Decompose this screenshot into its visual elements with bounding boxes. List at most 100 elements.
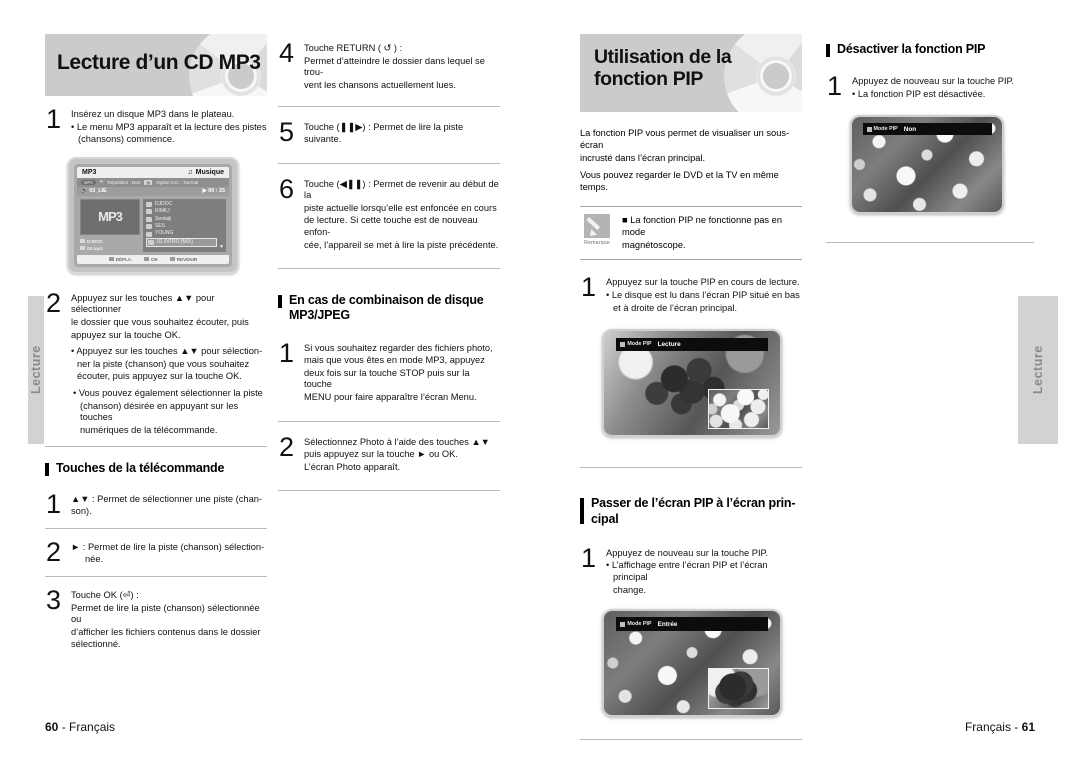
step-line: née. bbox=[85, 554, 104, 565]
divider bbox=[278, 420, 500, 422]
step-number: 1 bbox=[580, 542, 597, 573]
step-line: Si vous souhaitez regarder des fichiers … bbox=[304, 342, 493, 353]
scroll-down-icon[interactable]: ▼ bbox=[219, 244, 224, 250]
step-line: cée, l’appareil se met à lire la piste p… bbox=[304, 239, 499, 250]
step-line: • L’affichage entre l’écran PIP et l’écr… bbox=[606, 560, 768, 582]
repeat-icon: ⟳ bbox=[99, 179, 104, 185]
step-line: piste actuelle lorsqu’elle est enfoncée … bbox=[304, 202, 497, 213]
step-line: de lecture. Si cette touche est de nouve… bbox=[304, 215, 478, 237]
list-item[interactable]: KIMKJ bbox=[146, 208, 224, 215]
step-line: • Appuyez sur les touches ▲▼ pour sélect… bbox=[71, 346, 263, 357]
step-body: Appuyez sur les touches ▲▼ pour sélectio… bbox=[71, 290, 267, 438]
step-line: deux fois sur la touche STOP puis sur la… bbox=[304, 367, 470, 390]
step-line: vent les chansons actuellement lues. bbox=[304, 79, 456, 90]
pip-mode: Mode PIP bbox=[620, 621, 652, 627]
osd-track: 🔊 03_LIE bbox=[81, 188, 107, 194]
pip-mode-value: Entrée bbox=[657, 620, 678, 628]
osd-track-row: 🔊 03_LIE ▶ 00 : 25 bbox=[77, 186, 229, 196]
chapter-title: Utilisation de la fonction PIP bbox=[580, 34, 802, 91]
side-tab-right-label: Lecture bbox=[1031, 345, 1045, 395]
folder-icon bbox=[146, 201, 152, 207]
step-body: ► : Permet de lire la piste (chanson) sé… bbox=[71, 539, 267, 567]
step-line: appuyez sur la touche OK. bbox=[71, 329, 181, 340]
osd-album-thumb: MP3 bbox=[80, 198, 140, 235]
step-line: Appuyez sur les touches ▲▼ pour sélectio… bbox=[71, 292, 215, 315]
list-item-label: DJDOC bbox=[155, 200, 173, 207]
pip-mode-value: Lecture bbox=[657, 340, 681, 348]
step-body: ▲▼ : Permet de sélectionner une piste (c… bbox=[71, 491, 267, 519]
step-line: Sélectionnez Photo à l’aide des touches … bbox=[304, 436, 490, 447]
step-body: Appuyez sur la touche PIP en cours de le… bbox=[606, 274, 802, 315]
step-line: numériques de la télécommande. bbox=[80, 424, 218, 435]
pip-mode-label: Mode PIP bbox=[627, 341, 652, 348]
divider bbox=[580, 467, 802, 469]
step-body: Insérez un disque MP3 dans le plateau. •… bbox=[71, 106, 267, 147]
list-item[interactable]: Seotaiji bbox=[146, 216, 224, 223]
column-four: Désactiver la fonction PIP 1 Appuyez de … bbox=[826, 34, 1034, 252]
step-line: sélectionné. bbox=[71, 639, 121, 650]
step-line: écouter, puis appuyez sur la touche OK. bbox=[77, 371, 242, 382]
folder-icon bbox=[146, 209, 152, 215]
osd-meta-file-label: 03.mp3 bbox=[87, 245, 103, 251]
list-item[interactable]: DJDOC bbox=[146, 201, 224, 208]
step-line: (chanson) désirée en appuyant sur les to… bbox=[80, 400, 239, 423]
osd-file-list[interactable]: DJDOC KIMKJ Seotaiji SES YOUNG 01 INTRO … bbox=[143, 198, 226, 252]
music-file-icon bbox=[148, 240, 154, 246]
step-line: ▲▼ : Permet de sélectionner une piste (c… bbox=[71, 493, 263, 504]
step-item: 1 Appuyez de nouveau sur la touche PIP. … bbox=[580, 542, 802, 597]
step-number: 2 bbox=[45, 287, 62, 318]
divider bbox=[45, 446, 267, 448]
step-line: puis appuyez sur la touche ► ou OK. bbox=[304, 449, 458, 460]
osd-key-guide: DÉPLA. OK REVENIR bbox=[77, 254, 229, 264]
osd-logo-label: MP3 bbox=[98, 209, 123, 225]
pip-mode-label: Mode PIP bbox=[873, 126, 898, 133]
step-item: 2 Sélectionnez Photo à l’aide des touche… bbox=[278, 431, 500, 475]
page-number-right: 61 bbox=[1021, 720, 1035, 734]
column-one: Lecture d’un CD MP3 1 Insérez un disque … bbox=[45, 34, 267, 656]
step-item: 1 Appuyez sur la touche PIP en cours de … bbox=[580, 274, 802, 315]
step-number: 2 bbox=[278, 431, 295, 462]
step-number: 1 bbox=[45, 488, 62, 519]
list-item[interactable]: YOUNG bbox=[146, 230, 224, 237]
folder-icon bbox=[146, 224, 152, 230]
footer-lang-left: Français bbox=[69, 720, 116, 734]
osd-repeat-label: Répétition : Non bbox=[107, 179, 141, 185]
chapter-title-line2: fonction PIP bbox=[594, 67, 703, 90]
step-line: change. bbox=[613, 584, 647, 595]
section-title: Passer de l’écran PIP à l’écran prin- ci… bbox=[591, 496, 795, 527]
intro-line: La fonction PIP vous permet de visualise… bbox=[580, 128, 790, 150]
note-line: ■ La fonction PIP ne fonctionne pas en m… bbox=[622, 214, 782, 238]
list-item[interactable]: SES bbox=[146, 223, 224, 230]
divider bbox=[826, 242, 1034, 244]
pip-mode: Mode PIP bbox=[620, 341, 652, 348]
step-number: 1 bbox=[580, 272, 597, 303]
chapter-banner-mp3: Lecture d’un CD MP3 bbox=[45, 34, 267, 96]
osd-meta-file: 03.mp3 bbox=[80, 245, 140, 252]
pip-inset-window bbox=[707, 388, 770, 430]
step-item: 6 Touche (◀❚❚) : Permet de revenir au dé… bbox=[278, 175, 500, 253]
step-line: MENU pour faire apparaître l’écran Menu. bbox=[304, 392, 477, 402]
divider bbox=[278, 490, 500, 492]
divider bbox=[278, 162, 500, 164]
note-tag-label: Remarque bbox=[584, 239, 610, 246]
footer-dash-right: - bbox=[1014, 720, 1019, 734]
side-tab-left: Lecture bbox=[28, 296, 44, 444]
manual-page-spread: Lecture Lecture Lecture d’un CD MP3 1 In… bbox=[0, 0, 1080, 762]
osd-meta-folder-label: DJDOC bbox=[87, 238, 104, 244]
note-line: magnétoscope. bbox=[622, 239, 686, 250]
step-body: Touche OK (⏎) : Permet de lire la piste … bbox=[71, 587, 267, 652]
step-line: Permet de lire la piste (chanson) sélect… bbox=[71, 602, 260, 625]
column-three: Utilisation de la fonction PIP La foncti… bbox=[580, 34, 802, 749]
step-line: • La fonction PIP est désactivée. bbox=[852, 88, 986, 99]
step-number: 1 bbox=[826, 71, 843, 102]
osd-mode: ♫ Musique bbox=[187, 169, 224, 176]
step-item: 1 ▲▼ : Permet de sélectionner une piste … bbox=[45, 488, 267, 519]
list-item-label: SES bbox=[155, 223, 166, 229]
list-item-selected[interactable]: 01 INTRO (MIX) bbox=[146, 237, 217, 248]
pip-icon bbox=[866, 126, 872, 132]
step-line: Touche OK (⏎) : bbox=[71, 589, 139, 600]
divider bbox=[45, 527, 267, 529]
divider bbox=[580, 739, 802, 741]
key-hint-move-label: DÉPLA. bbox=[115, 256, 133, 262]
step-item: 2 Appuyez sur les touches ▲▼ pour sélect… bbox=[45, 287, 267, 438]
